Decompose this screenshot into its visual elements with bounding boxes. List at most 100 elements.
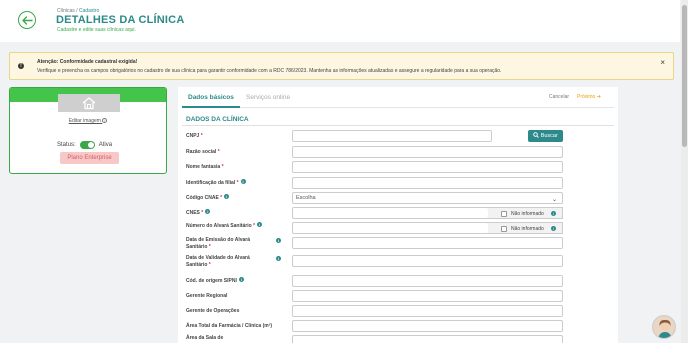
clinic-card: Editar imagem i Status: Ativa Plano Ente… — [9, 87, 167, 174]
gerente-regional-input[interactable] — [292, 290, 563, 302]
alert-title: Atenção: Conformidade cadastral exigida! — [37, 59, 138, 65]
required-mark: * — [236, 180, 239, 186]
scrollbar[interactable] — [681, 0, 688, 343]
clinic-image-placeholder[interactable] — [58, 94, 120, 112]
tabs-divider — [182, 107, 614, 108]
data-emissao-label-line2: Sanitário — [186, 244, 208, 250]
tab-servicos-online[interactable]: Serviços online — [246, 94, 290, 101]
info-icon[interactable]: i — [224, 194, 230, 199]
required-mark: * — [200, 133, 203, 139]
info-icon[interactable]: i — [240, 179, 246, 184]
numero-alvara-input[interactable] — [292, 222, 489, 234]
required-mark: * — [221, 164, 224, 170]
data-validade-input[interactable] — [292, 255, 563, 267]
data-emissao-label: Data de Emissão do Alvará i Sanitário * — [186, 237, 286, 251]
gerente-operacoes-input[interactable] — [292, 305, 563, 317]
scrollbar-thumb[interactable] — [682, 5, 687, 147]
razao-social-label-text: Razão social — [186, 149, 217, 155]
area-total-input[interactable] — [292, 320, 563, 332]
required-mark: * — [217, 149, 220, 155]
identificacao-filial-label: Identificação da filial * i — [186, 179, 246, 187]
section-divider — [182, 125, 614, 126]
info-icon[interactable]: i — [205, 209, 211, 214]
cnes-input[interactable] — [292, 207, 489, 219]
search-button[interactable]: Buscar — [528, 130, 563, 142]
data-validade-label-line1: Data de Validade do Alvará — [186, 255, 250, 261]
data-emissao-label-line1: Data de Emissão do Alvará — [186, 237, 251, 243]
gerente-operacoes-label: Gerente de Operações — [186, 308, 239, 315]
cnes-label-text: CNES — [186, 210, 200, 216]
required-mark: * — [208, 244, 211, 250]
gerente-regional-label: Gerente Regional — [186, 293, 227, 300]
cnpj-label: CNPJ * — [186, 133, 203, 140]
edit-image-info-icon: i — [102, 118, 108, 123]
cnes-nao-informado[interactable]: Não informado i — [488, 207, 563, 219]
status-toggle[interactable] — [79, 141, 95, 149]
assistant-avatar-icon — [658, 319, 672, 338]
numero-alvara-label: Número do Alvará Sanitário * i — [186, 222, 263, 230]
page-title: DETALHES DA CLÍNICA — [56, 14, 185, 26]
required-mark: * — [220, 195, 223, 201]
gerente-regional-label-text: Gerente Regional — [186, 293, 228, 299]
search-icon — [533, 131, 539, 138]
next-button[interactable]: Próximo ➔ — [577, 94, 601, 100]
alert-info-icon: ! — [18, 63, 24, 69]
identificacao-filial-input[interactable] — [292, 177, 563, 189]
home-icon — [82, 97, 96, 110]
compliance-alert: ! Atenção: Conformidade cadastral exigid… — [9, 52, 674, 80]
search-button-label: Buscar — [540, 133, 558, 139]
edit-image-link[interactable]: Editar imagem i — [10, 118, 166, 124]
alert-message: Verifique e preencha os campos obrigatór… — [37, 68, 502, 74]
page-subtitle: Cadastre e edite suas clínicas aqui. — [57, 27, 136, 33]
info-icon[interactable]: i — [551, 210, 556, 216]
cnes-label: CNES * i — [186, 209, 211, 217]
nome-fantasia-label: Nome fantasia * — [186, 164, 224, 171]
sipni-input[interactable] — [292, 275, 563, 287]
close-icon[interactable]: × — [660, 58, 665, 67]
status-label: Status: — [57, 142, 76, 148]
razao-social-input[interactable] — [292, 146, 563, 158]
chevron-down-icon: ⌄ — [551, 197, 557, 203]
data-validade-label: Data de Validade do Alvará i Sanitário * — [186, 255, 286, 269]
info-icon[interactable]: i — [276, 238, 281, 243]
tab-dados-basicos[interactable]: Dados básicos — [188, 94, 234, 101]
assistant-avatar[interactable] — [652, 315, 676, 339]
status-value: Ativa — [98, 142, 113, 148]
identificacao-filial-label-text: Identificação da filial — [186, 180, 236, 186]
codigo-cnae-label: Código CNAE * i — [186, 194, 230, 202]
info-icon[interactable]: i — [276, 256, 281, 261]
area-total-label-text: Área Total da Farmácia / Clínica (m²) — [186, 323, 273, 329]
sipni-label-text: Cód. de origem SIPNI — [186, 278, 237, 284]
nao-informado-label: Não informado — [511, 211, 544, 217]
cancel-button[interactable]: Cancelar — [549, 94, 569, 100]
nao-informado-label: Não informado — [511, 226, 544, 232]
form-panel: Dados básicos Serviços online Cancelar P… — [178, 87, 618, 343]
numero-alvara-label-text: Número do Alvará Sanitário — [186, 223, 252, 229]
arrow-left-icon — [21, 15, 33, 25]
nome-fantasia-input[interactable] — [292, 161, 563, 173]
required-mark: * — [201, 210, 204, 216]
data-emissao-input[interactable] — [292, 237, 563, 249]
info-icon[interactable]: i — [257, 222, 263, 227]
razao-social-label: Razão social * — [186, 149, 220, 156]
gerente-operacoes-label-text: Gerente de Operações — [186, 308, 240, 314]
cnpj-input[interactable] — [292, 130, 492, 142]
data-validade-label-line2: Sanitário — [186, 262, 208, 268]
edit-image-label: Editar imagem — [68, 118, 101, 124]
back-button[interactable] — [18, 11, 36, 29]
codigo-cnae-select-value: Escolha — [296, 195, 316, 201]
area-sala-label: Área da Sala de — [186, 335, 223, 342]
info-icon[interactable]: i — [238, 277, 244, 282]
alvara-nao-informado[interactable]: Não informado i — [488, 222, 563, 234]
area-sala-input[interactable] — [292, 335, 563, 343]
active-tab-indicator — [182, 106, 240, 108]
codigo-cnae-label-text: Código CNAE — [186, 195, 219, 201]
required-mark: * — [208, 262, 211, 268]
sipni-label: Cód. de origem SIPNI i — [186, 277, 244, 285]
codigo-cnae-select[interactable]: Escolha ⌄ — [292, 192, 563, 204]
section-title: DADOS DA CLÍNICA — [186, 116, 249, 123]
checkbox[interactable] — [501, 210, 507, 217]
required-mark: * — [253, 223, 256, 229]
info-icon[interactable]: i — [551, 225, 556, 231]
checkbox[interactable] — [501, 225, 507, 232]
